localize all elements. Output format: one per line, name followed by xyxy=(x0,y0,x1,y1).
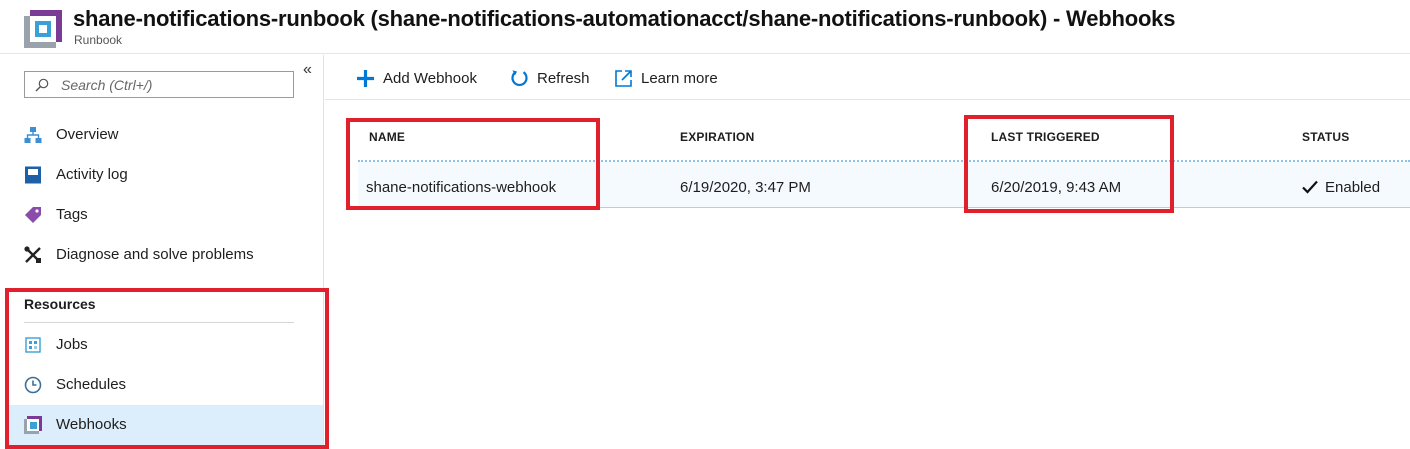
column-header-expiration[interactable]: EXPIRATION xyxy=(680,130,754,144)
sidebar-item-label: Schedules xyxy=(56,376,127,393)
expiration-cell: 6/19/2020, 3:47 PM xyxy=(680,179,811,196)
column-header-status[interactable]: STATUS xyxy=(1302,130,1349,144)
clock-icon xyxy=(24,376,42,394)
jobs-icon xyxy=(25,337,41,353)
search-input[interactable] xyxy=(61,75,286,94)
sidebar-item-label: Webhooks xyxy=(56,416,127,433)
wrench-icon xyxy=(24,246,41,263)
sidebar-item-overview[interactable]: Overview xyxy=(0,115,323,155)
overview-icon xyxy=(24,127,42,143)
add-webhook-label: Add Webhook xyxy=(383,69,477,87)
column-header-name[interactable]: NAME xyxy=(369,130,405,144)
add-webhook-button[interactable]: Add Webhook xyxy=(356,67,477,89)
page-header: shane-notifications-runbook (shane-notif… xyxy=(0,0,1410,54)
webhook-icon xyxy=(24,416,42,434)
search-box[interactable] xyxy=(24,71,294,98)
command-bar: Add Webhook Refresh Learn more xyxy=(325,55,1410,100)
external-link-icon xyxy=(615,69,632,87)
learn-more-label: Learn more xyxy=(641,69,718,87)
learn-more-link[interactable]: Learn more xyxy=(614,67,718,89)
sidebar-item-diagnose[interactable]: Diagnose and solve problems xyxy=(0,235,323,275)
sidebar-item-label: Jobs xyxy=(56,336,88,353)
plus-icon xyxy=(357,69,374,87)
status-cell: Enabled xyxy=(1325,179,1381,196)
webhook-name-cell[interactable]: shane-notifications-webhook xyxy=(366,179,556,196)
page-title: shane-notifications-runbook (shane-notif… xyxy=(73,6,1176,31)
runbook-webhook-icon xyxy=(24,10,62,48)
collapse-sidebar-button[interactable]: « xyxy=(303,61,312,79)
refresh-icon xyxy=(511,69,528,86)
search-icon xyxy=(35,78,49,92)
refresh-button[interactable]: Refresh xyxy=(510,67,590,89)
sidebar-item-label: Diagnose and solve problems xyxy=(56,246,254,263)
tag-icon xyxy=(25,207,41,223)
sidebar-item-jobs[interactable]: Jobs xyxy=(0,325,323,365)
last-triggered-cell: 6/20/2019, 9:43 AM xyxy=(991,179,1122,196)
checkmark-icon xyxy=(1302,180,1318,194)
activity-log-icon xyxy=(25,166,41,184)
sidebar-item-schedules[interactable]: Schedules xyxy=(0,365,323,405)
sidebar-item-tags[interactable]: Tags xyxy=(0,195,323,235)
sidebar-item-label: Overview xyxy=(56,126,119,143)
section-divider xyxy=(24,322,294,323)
column-header-last-triggered[interactable]: LAST TRIGGERED xyxy=(991,130,1100,144)
sidebar: « Overview Activity log Tags Diag xyxy=(0,55,324,449)
sidebar-item-label: Tags xyxy=(56,206,88,223)
section-header-resources: Resources xyxy=(24,296,96,312)
refresh-label: Refresh xyxy=(537,69,590,87)
sidebar-item-label: Activity log xyxy=(56,166,128,183)
sidebar-item-activity-log[interactable]: Activity log xyxy=(0,155,323,195)
page-subtitle: Runbook xyxy=(74,33,123,47)
sidebar-item-webhooks[interactable]: Webhooks xyxy=(8,405,323,445)
